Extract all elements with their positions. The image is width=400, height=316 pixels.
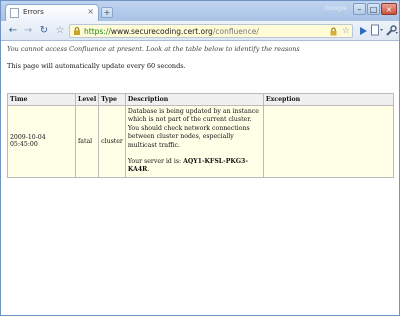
errors-table: Time Level Type Description Exception 20… [7, 93, 395, 178]
title-bar: Errors × + Google – □ × [1, 1, 399, 21]
brand-label: Google [324, 5, 347, 12]
security-lock-icon[interactable] [329, 27, 338, 36]
back-button[interactable]: ← [6, 24, 20, 37]
url-path: /confluence/ [212, 27, 259, 36]
auto-update-notice: This page will automatically update ever… [7, 62, 186, 70]
browser-toolbar: ← → ↻ ☆ https://www.securecoding.cert.or… [1, 21, 399, 41]
table-header-row: Time Level Type Description Exception [7, 93, 395, 106]
description-spacer [128, 150, 261, 158]
tab-close-icon[interactable]: × [87, 7, 94, 16]
cell-time: 2009-10-04 05:45:00 [7, 105, 76, 178]
server-id-line: Your server id is: AQY1-KFSL-PKG3-KA4R. [128, 158, 261, 175]
lock-icon [74, 27, 80, 35]
url-scheme: https:// [84, 27, 111, 36]
description-text: Database is being updated by an instance… [127, 108, 259, 149]
forward-button[interactable]: → [21, 24, 35, 37]
play-icon[interactable] [357, 25, 369, 37]
reload-button[interactable]: ↻ [37, 24, 51, 37]
tab-errors[interactable]: Errors × [5, 4, 99, 21]
browser-window: Errors × + Google – □ × ← → ↻ ☆ https://… [0, 0, 400, 316]
bookmark-star-icon[interactable]: ☆ [53, 24, 67, 37]
address-bar[interactable]: https://www.securecoding.cert.org/conflu… [69, 24, 353, 38]
column-header-description: Description [124, 93, 264, 106]
page-menu-icon[interactable] [370, 24, 384, 37]
server-id-label: Your server id is: [127, 158, 182, 166]
server-id-suffix: . [147, 166, 150, 174]
column-header-time: Time [7, 93, 76, 106]
maximize-button[interactable]: □ [367, 3, 380, 15]
page-content: You cannot access Confluence at present.… [1, 42, 399, 315]
page-icon [10, 8, 19, 18]
column-header-exception: Exception [262, 93, 395, 106]
cell-level: fatal [74, 105, 100, 178]
close-window-button[interactable]: × [381, 3, 397, 15]
column-header-level: Level [74, 93, 100, 106]
access-notice: You cannot access Confluence at present.… [7, 45, 300, 53]
url-text: https://www.securecoding.cert.org/conflu… [84, 26, 259, 37]
bookmark-this-page-icon[interactable]: ☆ [342, 25, 350, 37]
column-header-type: Type [98, 93, 126, 106]
cell-exception [262, 105, 395, 178]
cell-type: cluster [98, 105, 126, 178]
table-row: 2009-10-04 05:45:00 fatal cluster Databa… [7, 105, 395, 178]
wrench-icon[interactable] [385, 24, 398, 37]
url-host: www.securecoding.cert.org [110, 27, 213, 36]
tab-title: Errors [23, 8, 44, 16]
minimize-button[interactable]: – [353, 3, 366, 15]
new-tab-button[interactable]: + [101, 7, 113, 18]
cell-description: Database is being updated by an instance… [124, 105, 264, 178]
